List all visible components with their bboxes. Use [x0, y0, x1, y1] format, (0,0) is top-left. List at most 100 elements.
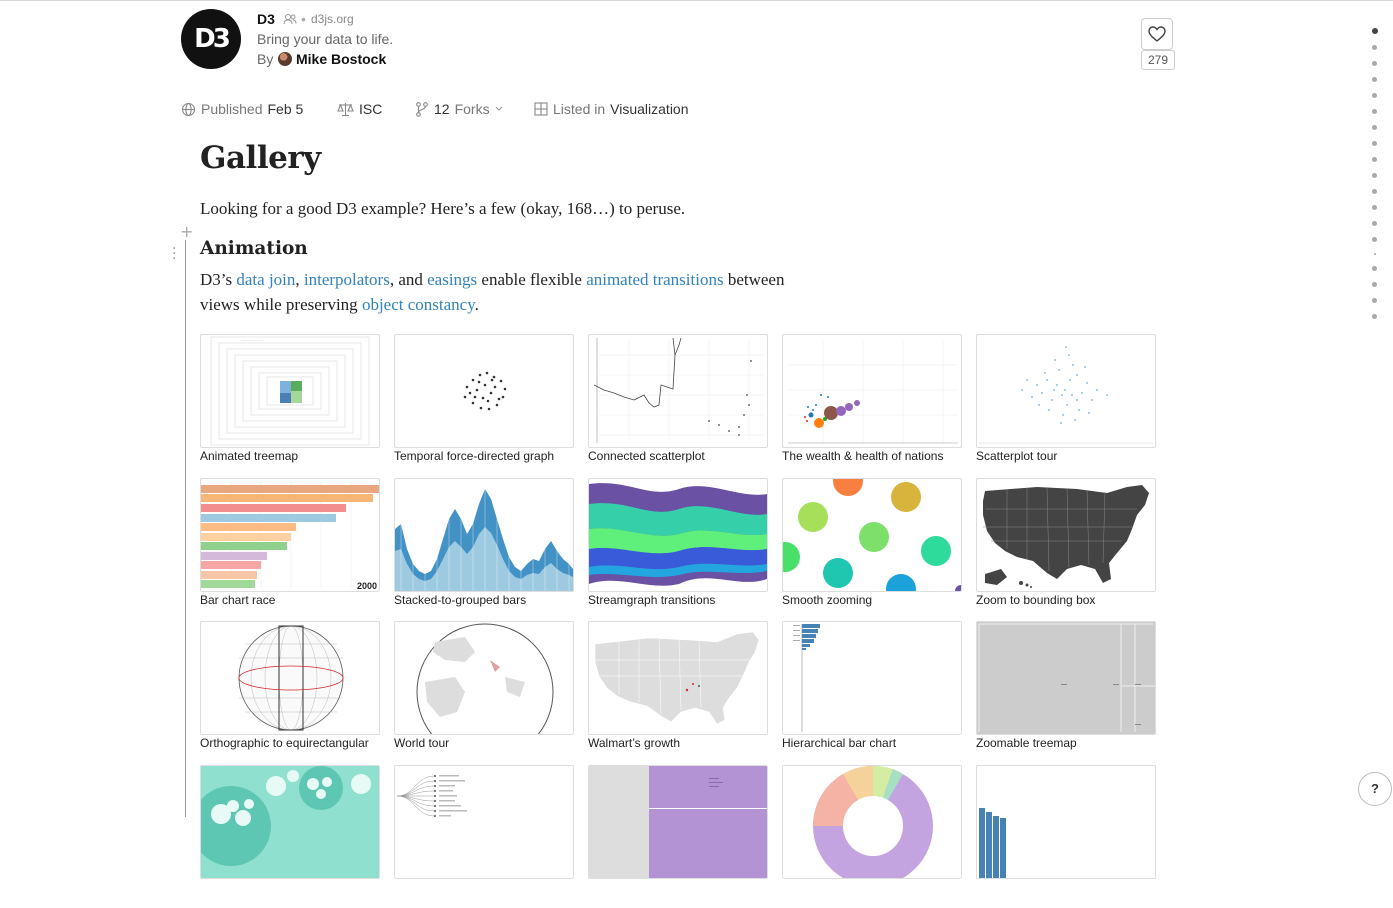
outline-dot[interactable] [1372, 314, 1377, 319]
thumbnail[interactable] [394, 765, 574, 879]
by-label: By [257, 51, 273, 67]
thumbnail[interactable] [588, 478, 768, 592]
link-data-join[interactable]: data join [236, 270, 295, 289]
gallery-caption[interactable]: Animated treemap [200, 449, 380, 463]
outline-dot[interactable] [1374, 253, 1376, 255]
gallery-card[interactable]: Streamgraph transitions [588, 478, 768, 622]
gallery-card[interactable]: Hierarchical bar chart [782, 621, 962, 765]
gallery-caption[interactable]: Zoomable treemap [976, 736, 1156, 750]
gallery-card[interactable] [394, 765, 574, 908]
outline-dot[interactable] [1372, 221, 1377, 226]
outline-navigation [1372, 28, 1378, 330]
gallery-caption[interactable]: Hierarchical bar chart [782, 736, 962, 750]
outline-dot[interactable] [1372, 141, 1377, 146]
like-button[interactable] [1141, 18, 1173, 50]
gallery-card[interactable]: World tour [394, 621, 574, 765]
outline-dot[interactable] [1372, 157, 1377, 162]
outline-dot[interactable] [1372, 77, 1377, 82]
gallery-caption[interactable]: Scatterplot tour [976, 449, 1156, 463]
thumbnail[interactable] [976, 621, 1156, 735]
gallery-card[interactable]: The wealth & health of nations [782, 334, 962, 478]
thumbnail[interactable] [976, 478, 1156, 592]
outline-dot[interactable] [1372, 109, 1377, 114]
outline-dot[interactable] [1372, 237, 1377, 242]
thumbnail[interactable]: ——— —— —— [200, 334, 380, 448]
outline-dot[interactable] [1372, 93, 1377, 98]
gallery-caption[interactable]: The wealth & health of nations [782, 449, 962, 463]
link-interpolators[interactable]: interpolators [304, 270, 390, 289]
thumbnail[interactable] [200, 621, 380, 735]
gallery-caption[interactable]: Smooth zooming [782, 593, 962, 607]
outline-dot[interactable] [1372, 125, 1377, 130]
gallery-caption[interactable]: Zoom to bounding box [976, 593, 1156, 607]
thumbnail[interactable] [588, 765, 768, 879]
collection-link[interactable]: Listed in Visualization [534, 101, 689, 117]
link-object-constancy[interactable]: object constancy [362, 295, 475, 314]
forks-dropdown[interactable]: 12 Forks [415, 101, 503, 117]
thumbnail[interactable] [782, 478, 962, 592]
gallery-card[interactable] [782, 765, 962, 908]
para-text-2: , [295, 270, 304, 289]
gallery-card[interactable]: Smooth zooming [782, 478, 962, 622]
section-description: D3’s data join, interpolators, and easin… [200, 267, 820, 317]
thumbnail[interactable] [394, 334, 574, 448]
cell-menu-icon[interactable]: ··· [172, 247, 176, 262]
notebook-owner-title[interactable]: D3 [257, 11, 275, 27]
outline-dot[interactable] [1372, 282, 1377, 287]
gallery-card[interactable]: Orthographic to equirectangular [200, 621, 380, 765]
author-avatar[interactable] [278, 52, 292, 66]
gallery-card[interactable]: 2000 Bar chart race [200, 478, 380, 622]
para-text-6: . [475, 295, 479, 314]
outline-dot[interactable] [1372, 298, 1377, 303]
outline-dot[interactable] [1372, 266, 1377, 271]
d3-logo[interactable]: D3 [181, 9, 241, 69]
gallery-card[interactable]: Stacked-to-grouped bars [394, 478, 574, 622]
outline-dot[interactable] [1372, 205, 1377, 210]
gallery-card[interactable]: Temporal force-directed graph [394, 334, 574, 478]
gallery-card[interactable] [588, 765, 768, 908]
help-button[interactable]: ? [1358, 772, 1392, 806]
para-text-3: , and [390, 270, 427, 289]
thumbnail[interactable] [588, 621, 768, 735]
gallery-caption[interactable]: Bar chart race [200, 593, 380, 607]
outline-dot[interactable] [1372, 28, 1378, 34]
gallery-card[interactable]: Zoomable treemap [976, 621, 1156, 765]
thumbnail[interactable] [588, 334, 768, 448]
gallery-card[interactable]: Zoom to bounding box [976, 478, 1156, 622]
gallery-caption[interactable]: Orthographic to equirectangular [200, 736, 380, 750]
gallery-card[interactable] [976, 765, 1156, 908]
gallery-caption[interactable]: Connected scatterplot [588, 449, 768, 463]
thumbnail[interactable] [976, 334, 1156, 448]
owner-domain[interactable]: d3js.org [311, 12, 354, 26]
gallery-card[interactable]: ——— —— —— Animated treemap [200, 334, 380, 478]
add-cell-icon[interactable]: + [180, 222, 193, 241]
thumbnail[interactable] [200, 765, 380, 879]
gallery-caption[interactable]: World tour [394, 736, 574, 750]
thumbnail[interactable] [976, 765, 1156, 879]
thumbnail[interactable] [394, 478, 574, 592]
gallery-card[interactable]: Scatterplot tour [976, 334, 1156, 478]
gallery-caption[interactable]: Temporal force-directed graph [394, 449, 574, 463]
thumbnail[interactable] [782, 621, 962, 735]
thumbnail[interactable]: 2000 [200, 478, 380, 592]
outline-dot[interactable] [1372, 61, 1377, 66]
gallery-caption[interactable]: Stacked-to-grouped bars [394, 593, 574, 607]
link-easings[interactable]: easings [427, 270, 477, 289]
gallery-card[interactable] [200, 765, 380, 908]
gallery-caption[interactable]: Streamgraph transitions [588, 593, 768, 607]
gallery-card[interactable]: Walmart’s growth [588, 621, 768, 765]
outline-dot[interactable] [1372, 45, 1377, 50]
outline-dot[interactable] [1372, 189, 1377, 194]
thumbnail[interactable] [782, 765, 962, 879]
outline-dot[interactable] [1372, 173, 1377, 178]
grid-icon [534, 102, 548, 116]
gallery-caption[interactable]: Walmart’s growth [588, 736, 768, 750]
thumbnail[interactable] [394, 621, 574, 735]
published-info[interactable]: Published Feb 5 [181, 101, 303, 117]
license-info[interactable]: ISC [337, 101, 382, 117]
gallery-card[interactable]: Connected scatterplot [588, 334, 768, 478]
like-count[interactable]: 279 [1141, 50, 1175, 70]
thumbnail[interactable] [782, 334, 962, 448]
author-name[interactable]: Mike Bostock [296, 51, 386, 67]
link-animated-transitions[interactable]: animated transitions [586, 270, 723, 289]
